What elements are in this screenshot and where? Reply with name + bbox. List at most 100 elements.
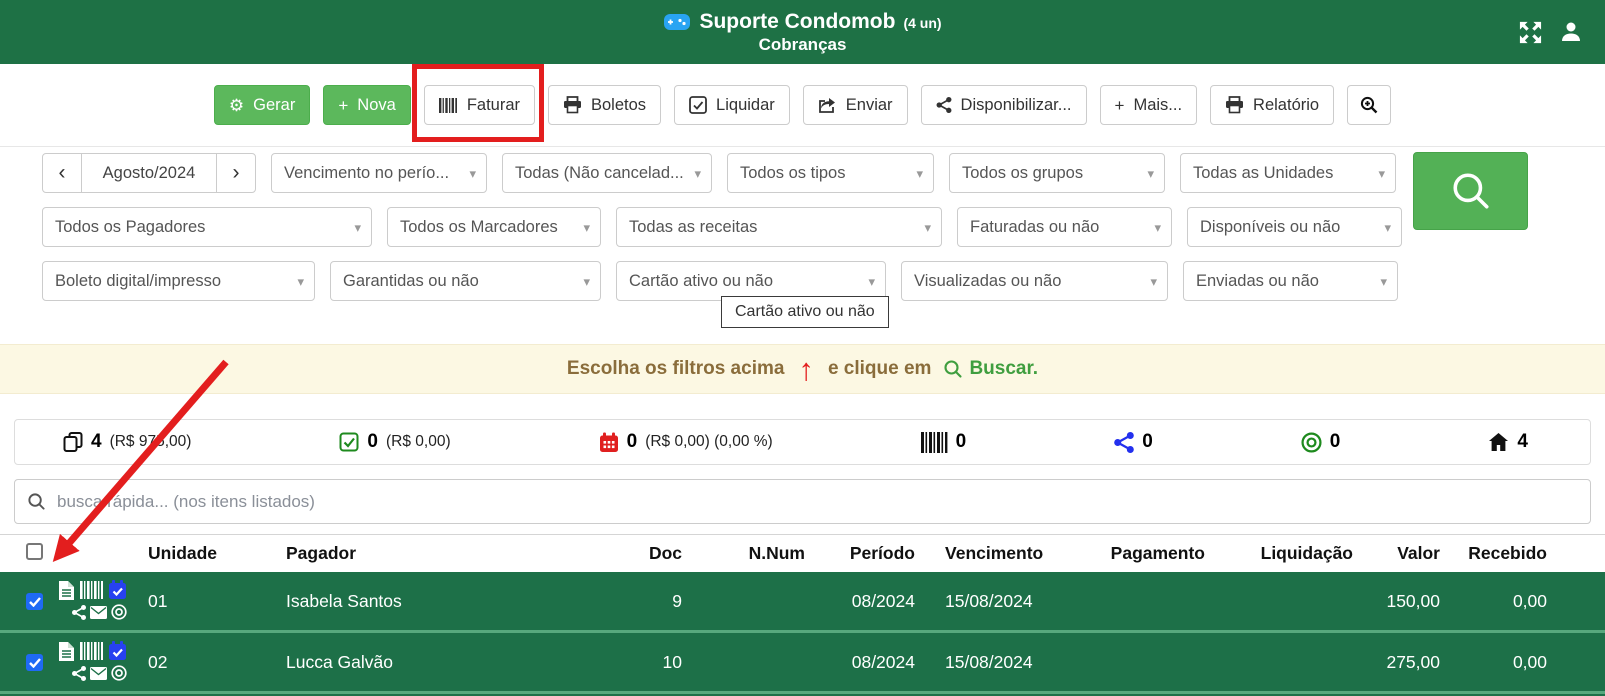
header-pagamento: Pagamento xyxy=(1075,543,1205,564)
boletos-button[interactable]: Boletos xyxy=(548,85,661,125)
fullscreen-button[interactable] xyxy=(1518,20,1543,45)
instruction-banner: Escolha os filtros acima ↑ e clique em B… xyxy=(0,344,1605,394)
header-recebido: Recebido xyxy=(1440,543,1547,564)
gear-icon: ⚙ xyxy=(229,97,244,114)
share-nodes-icon[interactable] xyxy=(72,666,86,681)
header-liquidacao: Liquidação xyxy=(1205,543,1353,564)
eye-icon[interactable] xyxy=(111,665,127,681)
cell-recebido: 0,00 xyxy=(1440,591,1547,612)
cell-doc: 10 xyxy=(606,652,682,673)
printer-icon xyxy=(563,96,582,114)
select-all-checkbox[interactable] xyxy=(26,543,43,560)
cell-vencimento: 15/08/2024 xyxy=(915,591,1075,612)
filter-enviadas[interactable]: Enviadas ou não xyxy=(1183,261,1398,301)
filter-garantidas[interactable]: Garantidas ou não xyxy=(330,261,601,301)
faturar-button[interactable]: Faturar xyxy=(424,85,535,125)
row-checkbox[interactable] xyxy=(26,654,43,671)
cobrancas-table: Unidade Pagador Doc N.Num Período Vencim… xyxy=(0,534,1605,696)
eye-icon xyxy=(1301,432,1322,453)
check-square-icon xyxy=(689,96,707,114)
advanced-search-button[interactable] xyxy=(1347,85,1391,125)
search-icon xyxy=(943,359,963,379)
cell-pagador: Lucca Galvão xyxy=(276,652,606,673)
search-icon xyxy=(27,492,46,511)
cell-unidade: 02 xyxy=(146,652,276,673)
chevron-left-icon: ‹ xyxy=(59,161,66,185)
cell-periodo: 08/2024 xyxy=(805,652,915,673)
cell-vencimento: 15/08/2024 xyxy=(915,652,1075,673)
liquidar-button[interactable]: Liquidar xyxy=(674,85,790,125)
stat-vencidas: 0 (R$ 0,00) (0,00 %) xyxy=(599,431,773,453)
units-count: (4 un) xyxy=(903,15,941,31)
header-title-block: Suporte Condomob (4 un) Cobranças xyxy=(663,10,941,55)
filter-visualizadas[interactable]: Visualizadas ou não xyxy=(901,261,1168,301)
header-valor: Valor xyxy=(1353,543,1440,564)
check-square-icon xyxy=(339,432,359,452)
share-square-icon xyxy=(818,96,837,114)
share-nodes-icon xyxy=(936,97,952,113)
filter-grupos[interactable]: Todos os grupos xyxy=(949,153,1165,193)
header-periodo: Período xyxy=(805,543,915,564)
filter-faturadas[interactable]: Faturadas ou não xyxy=(957,207,1172,247)
eye-icon[interactable] xyxy=(111,604,127,620)
buscar-button[interactable] xyxy=(1413,152,1528,230)
cell-pagador: Isabela Santos xyxy=(276,591,606,612)
stat-total: 4 (R$ 975,00) xyxy=(63,431,191,453)
tooltip-cartao: Cartão ativo ou não xyxy=(721,296,889,328)
next-month-button[interactable]: › xyxy=(216,153,256,193)
row-actions xyxy=(50,580,146,622)
banner-buscar-text: Buscar. xyxy=(969,358,1038,380)
cell-valor: 150,00 xyxy=(1353,591,1440,612)
plus-icon: + xyxy=(338,97,348,114)
mais-button[interactable]: + Mais... xyxy=(1100,85,1198,125)
calendar-check-icon[interactable] xyxy=(108,641,127,661)
filters-panel: ‹ Agosto/2024 › Vencimento no perío... T… xyxy=(0,147,1605,319)
filter-disponiveis[interactable]: Disponíveis ou não xyxy=(1187,207,1402,247)
filter-pagadores[interactable]: Todos os Pagadores xyxy=(42,207,372,247)
header-nnum: N.Num xyxy=(682,543,805,564)
envelope-icon[interactable] xyxy=(90,667,107,680)
plus-icon: + xyxy=(1115,97,1125,114)
stat-liquidadas: 0 (R$ 0,00) xyxy=(339,431,450,453)
banner-text-before: Escolha os filtros acima xyxy=(567,358,785,380)
calendar-check-icon[interactable] xyxy=(108,580,127,600)
summary-bar: 4 (R$ 975,00) 0 (R$ 0,00) 0 (R$ 0,00) (0… xyxy=(14,419,1591,465)
share-nodes-icon xyxy=(1114,432,1134,453)
search-icon xyxy=(1450,170,1492,212)
chevron-right-icon: › xyxy=(233,161,240,185)
prev-month-button[interactable]: ‹ xyxy=(42,153,82,193)
stat-unidades: 4 xyxy=(1488,431,1528,453)
app-header: Suporte Condomob (4 un) Cobranças xyxy=(0,0,1605,64)
filter-unidades[interactable]: Todas as Unidades xyxy=(1180,153,1396,193)
document-icon[interactable] xyxy=(58,642,75,661)
barcode-icon[interactable] xyxy=(80,581,103,599)
row-checkbox[interactable] xyxy=(26,593,43,610)
home-icon xyxy=(1488,432,1509,452)
user-icon xyxy=(1559,20,1583,44)
filter-receitas[interactable]: Todas as receitas xyxy=(616,207,942,247)
condomob-logo-icon xyxy=(663,10,691,34)
table-row[interactable]: 02 Lucca Galvão 10 08/2024 15/08/2024 27… xyxy=(0,633,1605,691)
document-icon[interactable] xyxy=(58,581,75,600)
nova-button[interactable]: + Nova xyxy=(323,85,410,125)
enviar-button[interactable]: Enviar xyxy=(803,85,908,125)
filter-marcadores[interactable]: Todos os Marcadores xyxy=(387,207,601,247)
disponibilizar-button[interactable]: Disponibilizar... xyxy=(921,85,1087,125)
table-header-row: Unidade Pagador Doc N.Num Período Vencim… xyxy=(0,534,1605,572)
filter-vencimento[interactable]: Vencimento no perío... xyxy=(271,153,487,193)
filter-boleto[interactable]: Boleto digital/impresso xyxy=(42,261,315,301)
row-actions xyxy=(50,641,146,683)
filter-tipos[interactable]: Todos os tipos xyxy=(727,153,934,193)
share-nodes-icon[interactable] xyxy=(72,605,86,620)
envelope-icon[interactable] xyxy=(90,606,107,619)
gerar-button[interactable]: ⚙ Gerar xyxy=(214,85,310,125)
copy-icon xyxy=(63,432,83,452)
filter-status[interactable]: Todas (Não cancelad... xyxy=(502,153,712,193)
quick-search-input[interactable] xyxy=(14,479,1591,524)
table-row[interactable]: 01 Isabela Santos 9 08/2024 15/08/2024 1… xyxy=(0,572,1605,630)
user-menu-button[interactable] xyxy=(1559,20,1583,44)
filter-cartao[interactable]: Cartão ativo ou não xyxy=(616,261,886,301)
barcode-icon[interactable] xyxy=(80,642,103,660)
page-title: Cobranças xyxy=(663,35,941,55)
relatorio-button[interactable]: Relatório xyxy=(1210,85,1334,125)
